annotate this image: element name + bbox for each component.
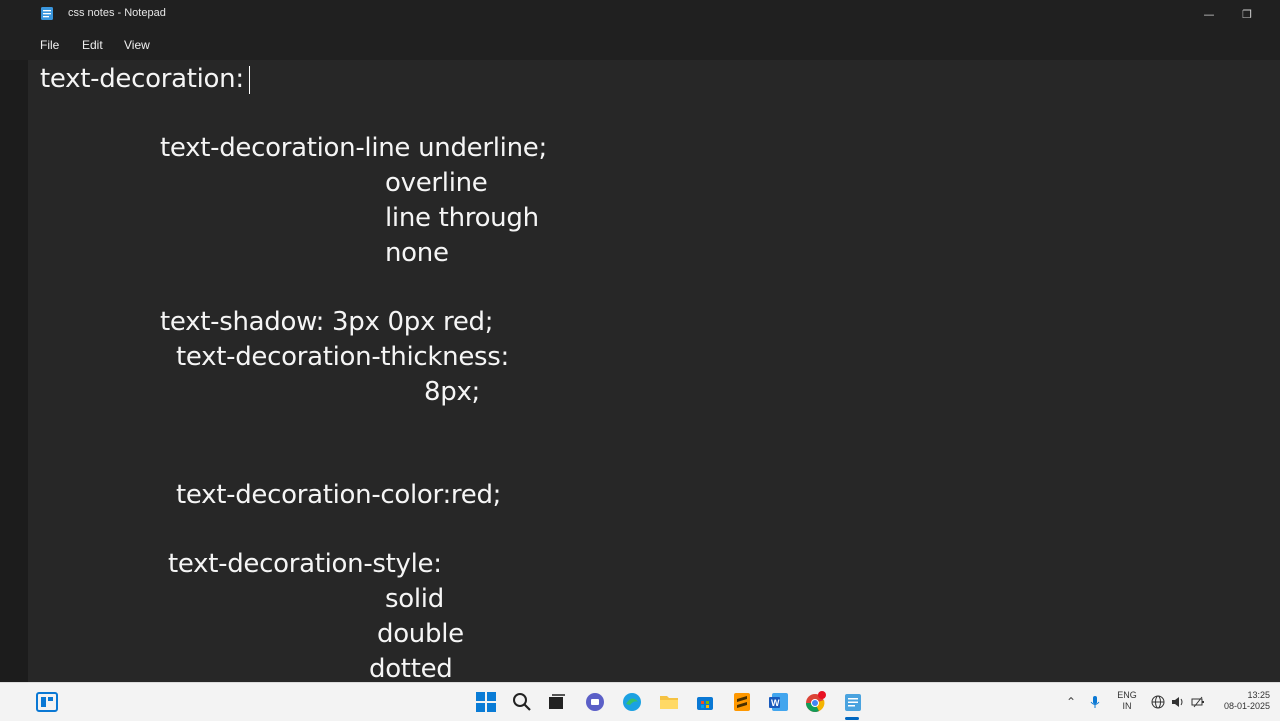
minimize-icon: — [1203,7,1215,21]
language-code: ENG [1117,690,1137,700]
menu-bar: File Edit View [0,28,1280,60]
text-caret [249,66,250,94]
editor-line: overline [385,168,488,198]
editor-line: text-decoration-color:red; [176,480,502,510]
sublime-icon[interactable] [731,691,753,713]
svg-text:W: W [771,698,780,708]
clock[interactable]: 13:25 08-01-2025 [1212,690,1270,712]
minimize-button[interactable]: — [1190,0,1228,28]
menu-view[interactable]: View [124,38,150,52]
editor-line: double [377,619,464,649]
editor-line: solid [385,584,444,614]
editor-line: text-shadow: 3px 0px red; [160,307,494,337]
battery-icon[interactable] [1191,695,1205,712]
editor-line: text-decoration-style: [168,549,442,579]
editor-line: text-decoration-thickness: [176,342,509,372]
menu-file[interactable]: File [40,38,59,52]
start-icon[interactable] [475,691,497,713]
window-title: css notes - Notepad [68,7,166,19]
region-code: IN [1122,701,1132,711]
taskbar: W ⌃ ENG IN 13:25 08-01-2025 [0,682,1280,721]
teams-icon[interactable] [584,691,606,713]
store-icon[interactable] [694,691,716,713]
editor-line: text-decoration-line underline; [160,133,547,163]
clock-date: 08-01-2025 [1223,701,1270,711]
menu-edit[interactable]: Edit [82,38,103,52]
word-icon[interactable]: W [768,691,790,713]
editor-line: 8px; [424,377,480,407]
clock-time: 13:25 [1247,690,1270,700]
restore-icon: ❐ [1242,7,1252,21]
editor-line: none [385,238,449,268]
chrome-icon[interactable] [805,691,827,713]
title-bar[interactable]: css notes - Notepad — ❐ [0,0,1280,28]
task-view-icon[interactable] [546,691,568,713]
volume-icon[interactable] [1171,695,1185,712]
widgets-icon[interactable] [36,691,58,713]
chevron-up-icon[interactable]: ⌃ [1066,695,1076,709]
restore-button[interactable]: ❐ [1228,0,1266,28]
search-icon[interactable] [511,691,533,713]
language-indicator[interactable]: ENG IN [1114,690,1140,712]
notepad-icon [41,7,53,20]
notepad-taskbar-icon[interactable] [842,691,864,713]
editor-line: line through [385,203,539,233]
edge-icon[interactable] [621,691,643,713]
editor-line: dotted [369,654,453,682]
editor-line: text-decoration: [40,64,244,94]
file-explorer-icon[interactable] [658,691,680,713]
microphone-icon[interactable] [1090,695,1100,712]
notepad-window: css notes - Notepad — ❐ File Edit View t… [0,0,1280,682]
globe-icon[interactable] [1151,695,1165,712]
text-editor[interactable]: text-decoration: text-decoration-line un… [28,60,1280,682]
